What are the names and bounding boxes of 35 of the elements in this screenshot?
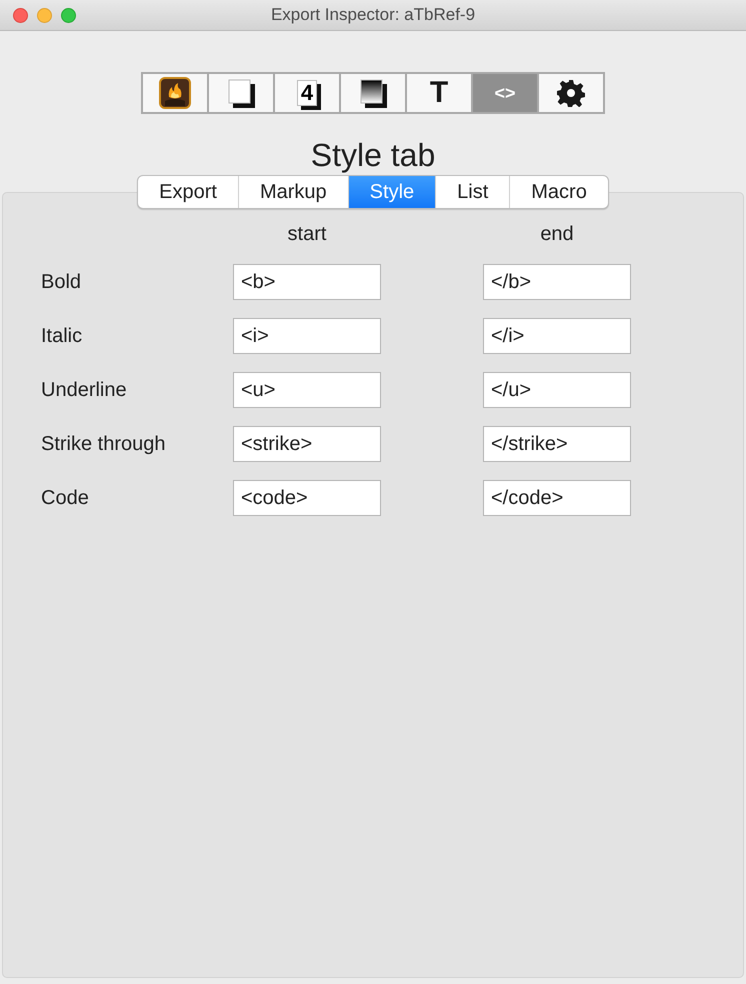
- toolbar-button[interactable]: [341, 74, 405, 112]
- row-label: Code: [40, 486, 90, 510]
- input-field[interactable]: </u>: [483, 372, 631, 408]
- row-label: Strike through: [40, 432, 167, 456]
- page-icon: [226, 77, 256, 109]
- input-field[interactable]: <i>: [233, 318, 381, 354]
- window-title: Export Inspector: aTbRef-9: [270, 5, 476, 24]
- input-field[interactable]: <code>: [233, 480, 381, 516]
- row-label: Italic: [40, 324, 84, 348]
- column-header: start: [286, 223, 328, 246]
- gradient-icon: [358, 77, 388, 109]
- flame-icon: [159, 77, 191, 109]
- row-label: Bold: [40, 270, 82, 294]
- input-field[interactable]: </strike>: [483, 426, 631, 462]
- toolbar-button[interactable]: [209, 74, 273, 112]
- input-field[interactable]: </i>: [483, 318, 631, 354]
- input-field[interactable]: </b>: [483, 264, 631, 300]
- settings-icon: [557, 79, 585, 107]
- code-icon: <>: [494, 82, 516, 104]
- row-label: Underline: [40, 378, 128, 402]
- close-button[interactable]: [13, 8, 28, 22]
- tab[interactable]: List: [435, 176, 510, 208]
- column-header: end: [539, 223, 575, 246]
- toolbar-button[interactable]: [539, 74, 603, 112]
- tab[interactable]: Macro: [509, 176, 608, 208]
- input-field[interactable]: <u>: [233, 372, 381, 408]
- input-field[interactable]: <b>: [233, 264, 381, 300]
- toolbar-button[interactable]: T: [407, 74, 471, 112]
- input-field[interactable]: </code>: [483, 480, 631, 516]
- toolbar-button[interactable]: 4: [275, 74, 339, 112]
- text-icon: T: [430, 76, 448, 110]
- input-field[interactable]: <strike>: [233, 426, 381, 462]
- toolbar-button[interactable]: [143, 74, 207, 112]
- tab[interactable]: Export: [138, 176, 238, 208]
- inspector-heading: Style tab: [310, 136, 436, 175]
